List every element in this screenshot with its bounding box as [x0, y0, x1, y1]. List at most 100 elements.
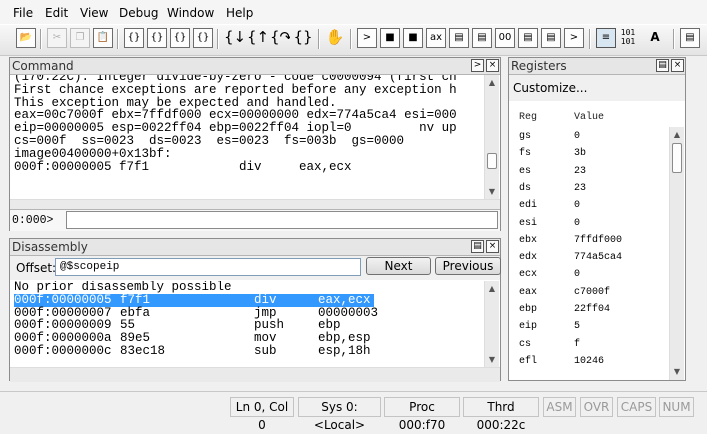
register-name: edi — [519, 200, 538, 212]
offset-label: Offset: — [16, 261, 57, 275]
menu-window[interactable]: Window — [167, 6, 214, 20]
paste-icon[interactable]: 📋 — [93, 28, 113, 48]
register-row[interactable]: ecx 0 — [513, 266, 669, 283]
toolbar-separator — [673, 29, 675, 49]
register-row[interactable]: cs f — [513, 336, 669, 353]
customize-button[interactable]: Customize... — [513, 81, 587, 95]
copy-icon[interactable]: ❐ — [70, 28, 90, 48]
registers-vscrollbar[interactable]: ▲ ▼ — [669, 127, 684, 380]
register-value: 22ff04 — [574, 304, 611, 315]
break-icon[interactable]: {↷} — [270, 28, 290, 48]
command-close-icon[interactable]: × — [486, 59, 499, 72]
locals-window-icon[interactable]: ■ — [403, 28, 423, 48]
step-over-icon[interactable]: {} — [147, 28, 167, 48]
toolbar-separator — [117, 29, 119, 49]
register-value: 3b — [574, 148, 587, 160]
register-name: ds — [519, 182, 532, 194]
value-column-header[interactable]: Value — [574, 112, 604, 123]
command-window-icon[interactable]: > — [357, 28, 377, 48]
go-icon[interactable]: {↓} — [224, 28, 244, 48]
disassembly-line[interactable]: 000f:0000000c 83ec18 sub esp,18h — [14, 345, 480, 358]
register-name: efl — [519, 355, 538, 367]
command-dock-icon[interactable]: > — [471, 59, 484, 72]
status-num: NUM — [659, 397, 694, 417]
disassembly-listing[interactable]: No prior disassembly possible 000f:000000… — [14, 281, 480, 367]
hand-icon[interactable]: ✋ — [325, 28, 345, 48]
command-input[interactable] — [66, 211, 498, 229]
registers-title-bar: Registers ▤ × — [509, 58, 685, 75]
register-row[interactable]: edx 774a5ca4 — [513, 249, 669, 266]
next-button[interactable]: Next — [366, 257, 431, 275]
disassembly-hscrollbar[interactable] — [10, 367, 500, 382]
register-row[interactable]: ebp 22ff04 — [513, 301, 669, 318]
register-name: eip — [519, 321, 538, 333]
font-icon[interactable]: A A — [645, 28, 665, 48]
status-caps: CAPS — [617, 397, 656, 417]
disassembly-title: Disassembly — [12, 240, 88, 254]
disassembly-close-icon[interactable]: × — [486, 240, 499, 253]
output-line: cs=000f ss=0023 ds=0023 es=0023 fs=003b … — [14, 133, 405, 148]
registers-dock-icon[interactable]: ▤ — [656, 59, 669, 72]
status-bar: Ln 0, Col 0 Sys 0:<Local> Proc 000:f70 T… — [0, 391, 707, 432]
register-row[interactable]: ds 23 — [513, 180, 669, 197]
menu-help[interactable]: Help — [226, 6, 253, 20]
disassembly-line[interactable]: 000f:00000005 f7f1 div eax,ecx — [14, 292, 374, 307]
disassembly-vscrollbar[interactable]: ▲ ▼ — [484, 281, 499, 367]
open-icon[interactable]: 📂 — [16, 28, 36, 48]
step-into-icon[interactable]: {} — [124, 28, 144, 48]
options-icon[interactable]: ▤ — [680, 28, 700, 48]
register-value: 10246 — [574, 355, 605, 367]
menu-view[interactable]: View — [80, 6, 108, 20]
disassembly-dock-icon[interactable]: ▤ — [471, 240, 484, 253]
scroll-up-icon[interactable]: ▲ — [485, 281, 499, 296]
registers-close-icon[interactable]: × — [671, 59, 684, 72]
processes-window-icon[interactable]: > — [564, 28, 584, 48]
register-row[interactable]: eax c7000f — [513, 284, 669, 301]
command-window: Command > × (170.22C): Integer divide-by… — [9, 57, 501, 231]
menu-bar: File Edit View Debug Window Help — [0, 0, 707, 24]
offset-input[interactable]: @$scopeip — [55, 258, 361, 276]
register-row[interactable]: gs 0 — [513, 128, 669, 145]
status-asm: ASM — [543, 397, 576, 417]
watch-window-icon[interactable]: ■ — [380, 28, 400, 48]
memory-window-icon[interactable]: ▤ — [449, 28, 469, 48]
reg-column-header[interactable]: Reg — [519, 112, 537, 123]
command-output[interactable]: (170.22C): Integer divide-by-zero - code… — [14, 75, 482, 198]
disassembly-window-icon[interactable]: 00 — [495, 28, 515, 48]
run-to-cursor-icon[interactable]: {} — [193, 28, 213, 48]
register-name: cs — [519, 338, 532, 350]
register-value: 774a5ca4 — [574, 252, 623, 264]
output-window-icon[interactable]: ▤ — [541, 28, 561, 48]
registers-window-icon[interactable]: ax — [426, 28, 446, 48]
register-row[interactable]: es 23 — [513, 163, 669, 180]
menu-edit[interactable]: Edit — [45, 6, 68, 20]
source-mode-icon[interactable]: ≡ — [596, 28, 616, 48]
register-row[interactable]: esi 0 — [513, 215, 669, 232]
disassembly-line[interactable]: No prior disassembly possible — [14, 281, 480, 294]
register-row[interactable]: ebx 7ffdf000 — [513, 232, 669, 249]
register-row[interactable]: efl 10246 — [513, 353, 669, 370]
register-value: c7000f — [574, 286, 611, 298]
register-row[interactable]: fs 3b — [513, 145, 669, 162]
previous-button[interactable]: Previous — [435, 257, 501, 275]
register-row[interactable]: eip 5 — [513, 318, 669, 335]
scroll-down-icon[interactable]: ▼ — [485, 352, 499, 367]
stop-icon[interactable]: {} — [293, 28, 313, 48]
restart-icon[interactable]: {↑} — [247, 28, 267, 48]
scroll-up-icon[interactable]: ▲ — [670, 127, 684, 142]
register-row[interactable]: edi 0 — [513, 197, 669, 214]
scroll-up-icon[interactable]: ▲ — [485, 75, 499, 90]
command-vscrollbar[interactable]: ▲ ▼ — [484, 75, 499, 199]
menu-file[interactable]: File — [13, 6, 33, 20]
scroll-down-icon[interactable]: ▼ — [485, 184, 499, 199]
scratch-pad-icon[interactable]: ▤ — [518, 28, 538, 48]
scroll-thumb[interactable] — [672, 143, 682, 173]
step-out-icon[interactable]: {} — [170, 28, 190, 48]
scroll-thumb[interactable] — [487, 153, 497, 169]
hex-mode-icon[interactable]: 101 101 — [618, 28, 638, 48]
call-stack-icon[interactable]: ▤ — [472, 28, 492, 48]
cut-icon[interactable]: ✂ — [47, 28, 67, 48]
menu-debug[interactable]: Debug — [119, 6, 158, 20]
scroll-down-icon[interactable]: ▼ — [670, 364, 684, 379]
disassembly-op: div — [254, 292, 277, 307]
